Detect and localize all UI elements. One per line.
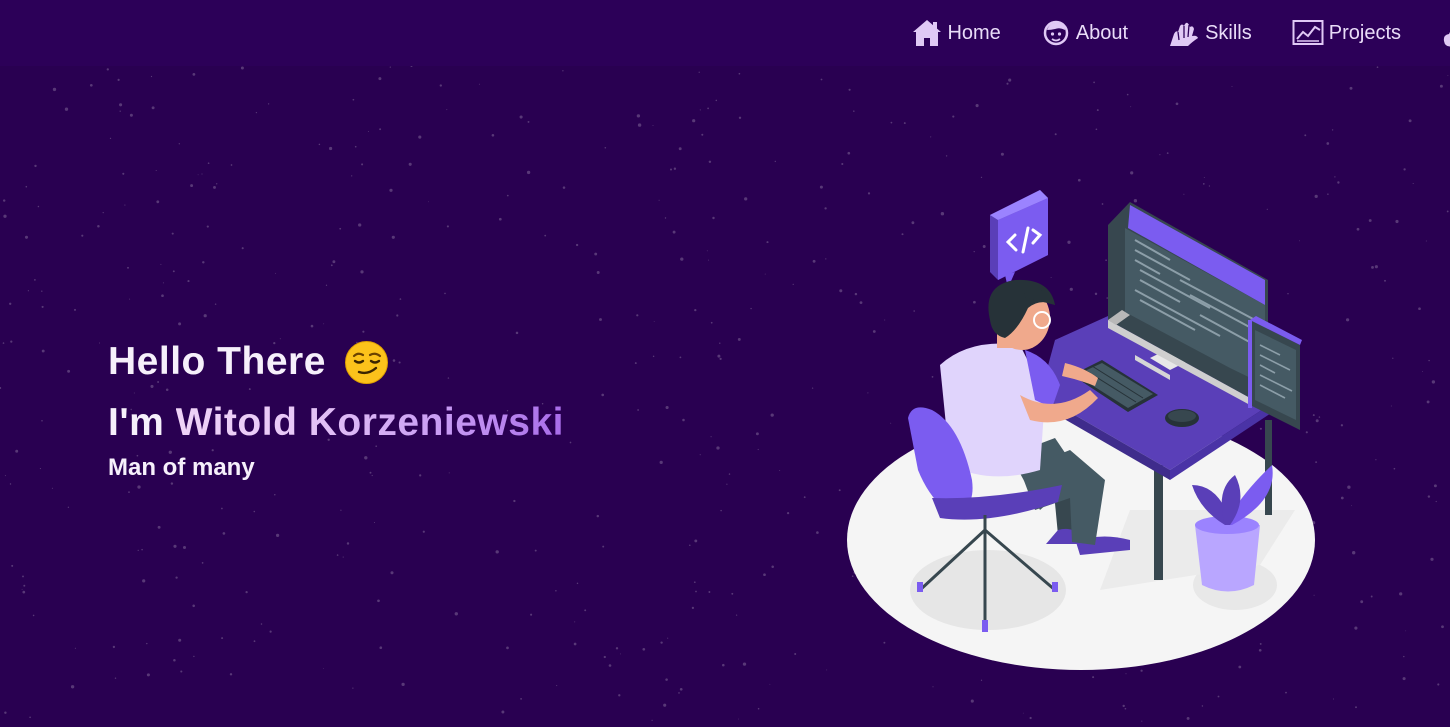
tagline: Man of many — [108, 454, 255, 481]
nav-item-about[interactable]: About — [1041, 18, 1128, 48]
developer-illustration — [847, 190, 1315, 670]
home-icon — [913, 20, 942, 46]
greeting-line: Hello There — [108, 334, 564, 390]
chart-icon — [1292, 20, 1324, 45]
smirk-emoji-icon — [344, 340, 388, 384]
nav-label-home: Home — [947, 21, 1001, 44]
nav-item-home[interactable]: Home — [912, 18, 1001, 48]
top-navbar: Home About Skills Projects — [0, 0, 1450, 66]
nav-label-about: About — [1075, 21, 1129, 44]
name-text: Witold Korzeniewski — [175, 401, 564, 444]
greeting-text: Hello There — [108, 340, 326, 383]
nav-item-skills[interactable]: Skills — [1168, 18, 1252, 48]
nav-label-skills: Skills — [1205, 21, 1252, 44]
nav-item-projects[interactable]: Projects — [1292, 18, 1401, 48]
nav-list: Home About Skills Projects — [912, 0, 1450, 66]
intro-prefix: I'm — [108, 401, 176, 444]
user-icon — [1043, 20, 1069, 46]
nav-label-projects: Projects — [1328, 21, 1401, 44]
hero-text: Hello There I'm Witold Korzeniewski Man … — [108, 334, 564, 482]
intro-line: I'm Witold Korzeniewski — [108, 398, 564, 448]
guitar-icon — [1443, 31, 1450, 47]
hand-icon — [1170, 22, 1199, 46]
nav-item-hobbies[interactable] — [1441, 16, 1450, 50]
